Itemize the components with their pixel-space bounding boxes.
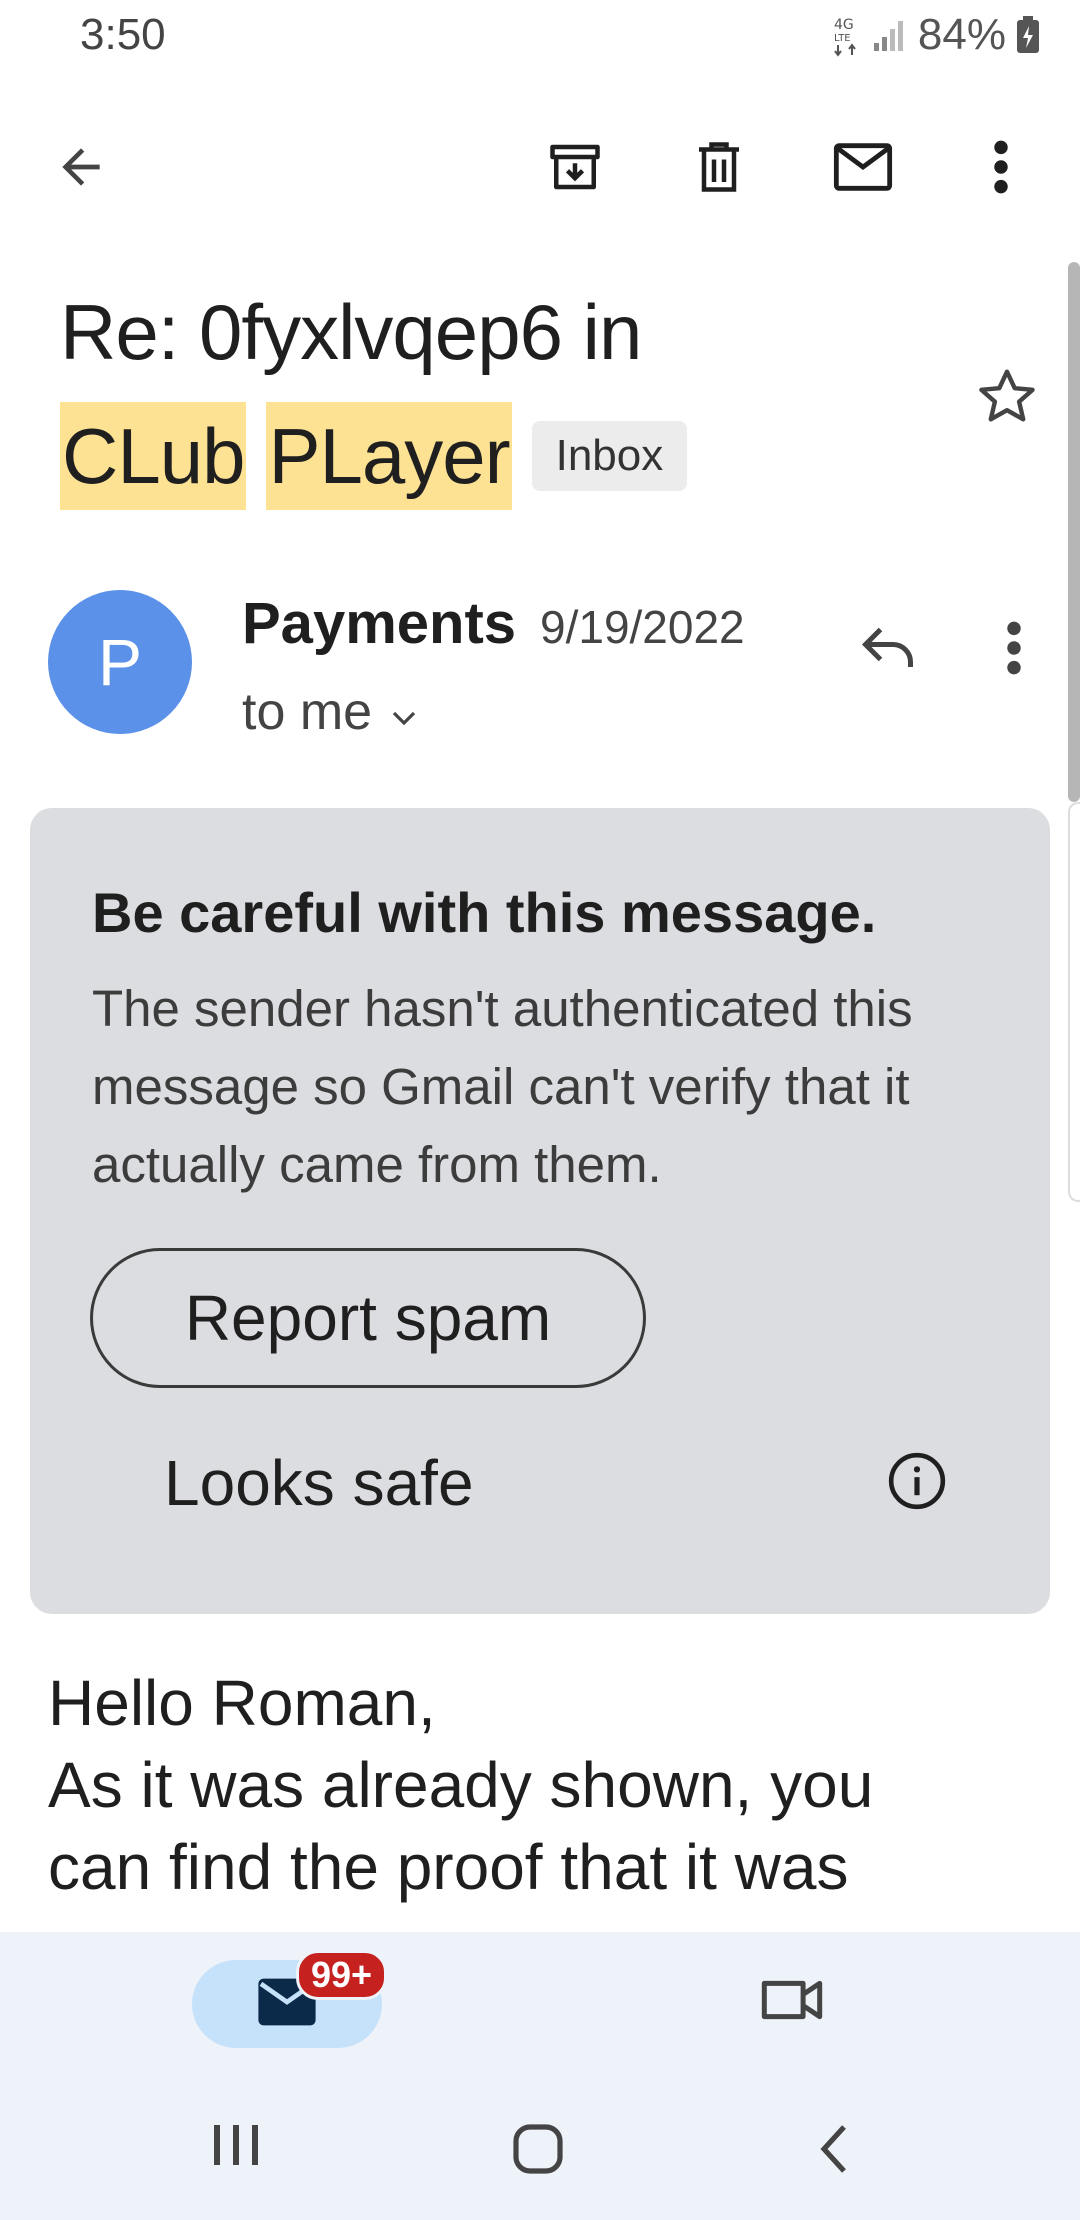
warning-text: The sender hasn't authenticated this mes… <box>92 980 913 1193</box>
status-time: 3:50 <box>80 10 166 59</box>
svg-text:LTE: LTE <box>834 33 851 44</box>
avatar[interactable]: P <box>48 590 192 734</box>
scrollbar-thumb[interactable] <box>1068 262 1080 802</box>
email-date: 9/19/2022 <box>540 601 745 653</box>
sender-name: Payments <box>242 591 517 656</box>
recipient-label: to me <box>242 683 373 741</box>
looks-safe-button[interactable]: Looks safe <box>164 1446 474 1520</box>
star-icon[interactable] <box>974 364 1040 435</box>
video-camera-icon[interactable] <box>756 1972 828 2033</box>
message-more-icon[interactable] <box>1004 620 1024 681</box>
more-vert-icon[interactable] <box>966 132 1036 202</box>
email-subject-line2: CLub PLayer Inbox <box>60 402 688 510</box>
warning-title: Be careful with this message. <box>92 881 877 944</box>
archive-icon[interactable] <box>540 132 610 202</box>
mail-icon[interactable] <box>828 132 898 202</box>
back-nav-icon[interactable] <box>816 2122 852 2181</box>
home-icon[interactable] <box>510 2122 566 2181</box>
email-body: Hello Roman, As it was already shown, yo… <box>48 1667 874 1903</box>
back-arrow-icon[interactable] <box>46 132 116 202</box>
report-spam-button[interactable]: Report spam <box>90 1248 646 1388</box>
email-subject: Re: 0fyxlvqep6 in <box>60 288 642 376</box>
trash-icon[interactable] <box>684 132 754 202</box>
recipient-details-toggle[interactable]: to me <box>242 682 418 742</box>
network-4g-icon: 4G LTE <box>832 13 862 57</box>
battery-icon <box>1016 16 1040 54</box>
reply-icon[interactable] <box>858 622 918 677</box>
chevron-down-icon <box>390 682 418 742</box>
signal-icon <box>872 17 908 53</box>
scrollbar-track <box>1068 802 1080 1202</box>
info-icon[interactable] <box>886 1450 948 1517</box>
subject-highlight: PLayer <box>266 402 512 510</box>
svg-text:4G: 4G <box>834 17 854 33</box>
battery-percent: 84% <box>917 10 1006 59</box>
status-indicators: 4G LTE 84% <box>832 10 1040 60</box>
subject-highlight: CLub <box>60 402 247 510</box>
inbox-label-chip[interactable]: Inbox <box>531 421 688 491</box>
unread-count-badge: 99+ <box>296 1950 388 2000</box>
recent-apps-icon[interactable] <box>208 2120 264 2175</box>
